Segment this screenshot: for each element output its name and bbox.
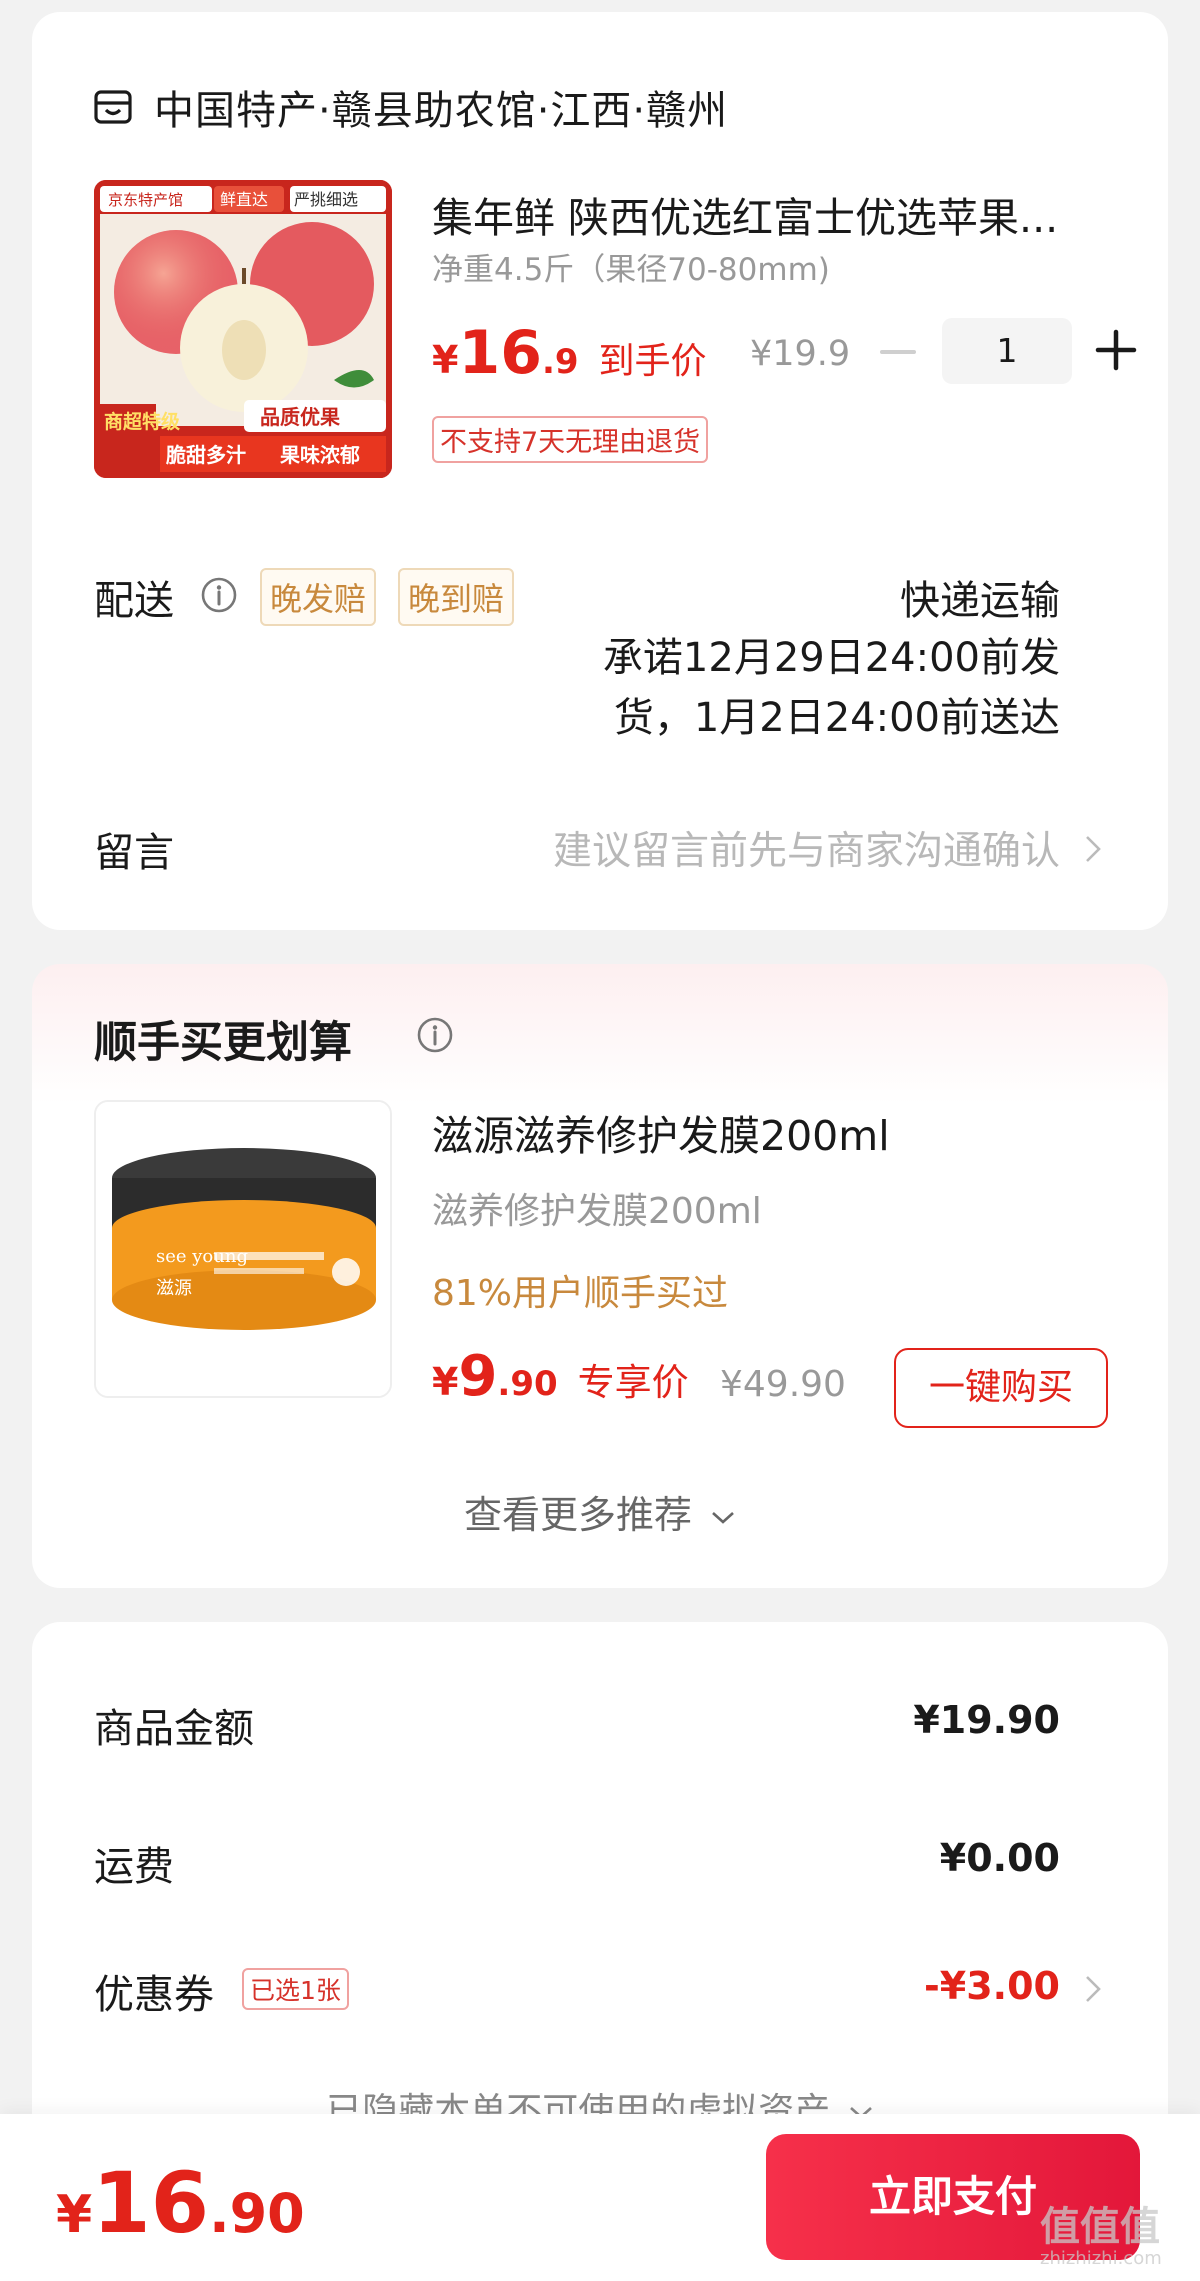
late-shipping-tag: 晚发赔	[260, 568, 377, 626]
watermark-url: zhizhizhi.com	[1040, 2248, 1162, 2269]
price-currency: ¥	[432, 338, 459, 382]
delivery-label: 配送	[94, 578, 174, 624]
recommend-price: ¥ 9 .90 专享价	[432, 1344, 689, 1409]
total-decimal: .90	[209, 2182, 305, 2245]
order-card: 中国特产·赣县助农馆·江西·赣州 京东特产馆 鲜直达 严挑细选 商超特级 品质优…	[32, 12, 1168, 930]
price-integer: 9	[458, 1344, 498, 1409]
total-integer: 16	[92, 2154, 210, 2252]
info-icon[interactable]	[200, 576, 238, 614]
chevron-right-icon[interactable]	[1084, 1974, 1102, 2004]
chevron-right-icon[interactable]	[1084, 834, 1102, 864]
recommend-product-spec: 滋养修护发膜200ml	[432, 1191, 762, 1232]
minus-icon[interactable]	[878, 332, 918, 372]
chevron-down-icon	[712, 1511, 734, 1524]
late-arrival-tag: 晚到赔	[398, 568, 515, 626]
goods-amount-value: ¥19.90	[913, 1698, 1060, 1742]
shipping-label: 运费	[94, 1844, 174, 1890]
store-header[interactable]: 中国特产·赣县助农馆·江西·赣州	[94, 78, 728, 136]
delivery-method: 快递运输	[900, 578, 1060, 624]
price-integer: 16	[458, 318, 542, 388]
recommend-title: 顺手买更划算	[94, 1018, 352, 1068]
recommend-original-price: ¥49.90	[720, 1364, 846, 1405]
jar-cn: 滋源	[156, 1278, 192, 1299]
message-label: 留言	[94, 830, 174, 876]
grade-label: 商超特级	[104, 410, 180, 433]
recommend-product-name[interactable]: 滋源滋养修护发膜200ml	[432, 1102, 890, 1162]
return-policy-badge: 不支持7天无理由退货	[432, 416, 709, 463]
plus-icon[interactable]	[1094, 328, 1138, 372]
recommend-product-image[interactable]: see young 滋源	[94, 1100, 392, 1398]
quality-label: 品质优果	[260, 405, 340, 429]
total-currency: ¥	[56, 2185, 93, 2245]
product-image[interactable]: 京东特产馆 鲜直达 严挑细选 商超特级 品质优果 脆甜多汁 果味浓郁	[94, 180, 392, 478]
apple-image: 京东特产馆 鲜直达 严挑细选 商超特级 品质优果 脆甜多汁 果味浓郁	[94, 180, 392, 478]
coupon-value[interactable]: -¥3.00	[924, 1964, 1060, 2008]
select-label: 严挑细选	[294, 190, 358, 209]
shipping-value: ¥0.00	[939, 1836, 1060, 1880]
hair-mask-jar-image: see young 滋源	[96, 1102, 390, 1396]
fresh-label: 鲜直达	[220, 190, 268, 209]
store-name: 中国特产·赣县助农馆·江西·赣州	[154, 88, 729, 134]
product-title[interactable]: 集年鲜 陕西优选红富士优选苹果...	[432, 184, 1122, 244]
goods-amount-label: 商品金额	[94, 1706, 254, 1752]
quantity-field[interactable]: 1	[942, 318, 1072, 384]
watermark: 值值值	[1040, 2204, 1160, 2250]
taste-label-1: 脆甜多汁	[166, 443, 246, 467]
coupon-selected-tag: 已选1张	[242, 1968, 349, 2010]
recommend-bought-stat: 81%用户顺手买过	[432, 1273, 729, 1314]
delivery-promise: 承诺12月29日24:00前发货，1月2日24:00前送达	[602, 635, 1060, 741]
brand-label: 京东特产馆	[108, 191, 183, 209]
price-tag: 到手价	[598, 341, 707, 382]
one-click-buy-button[interactable]: 一键购买	[894, 1348, 1108, 1428]
see-more-recommend[interactable]: 查看更多推荐	[32, 1484, 1168, 1539]
coupon-label: 优惠券	[94, 1972, 214, 2018]
price-currency: ¥	[432, 1360, 459, 1404]
original-price: ¥19.9	[750, 334, 851, 374]
recommend-card: 顺手买更划算 see young 滋源 滋源滋养修护发膜200ml 滋养修护发膜…	[32, 964, 1168, 1588]
price-tag: 专享价	[577, 1361, 689, 1404]
product-price: ¥ 16 .9 到手价	[432, 318, 707, 388]
total-price: ¥ 16 .90	[56, 2154, 305, 2252]
see-more-label: 查看更多推荐	[463, 1493, 692, 1537]
checkout-bar: ¥ 16 .90 立即支付 值值值 zhizhizhi.com	[0, 2114, 1200, 2281]
taste-label-2: 果味浓郁	[280, 443, 360, 467]
product-spec: 净重4.5斤（果径70-80mm)	[432, 252, 830, 288]
price-decimal: .9	[541, 342, 579, 382]
price-decimal: .90	[497, 1364, 558, 1404]
info-icon[interactable]	[416, 1016, 454, 1054]
store-icon	[94, 90, 132, 124]
message-input[interactable]: 建议留言前先与商家沟通确认	[553, 820, 1060, 876]
